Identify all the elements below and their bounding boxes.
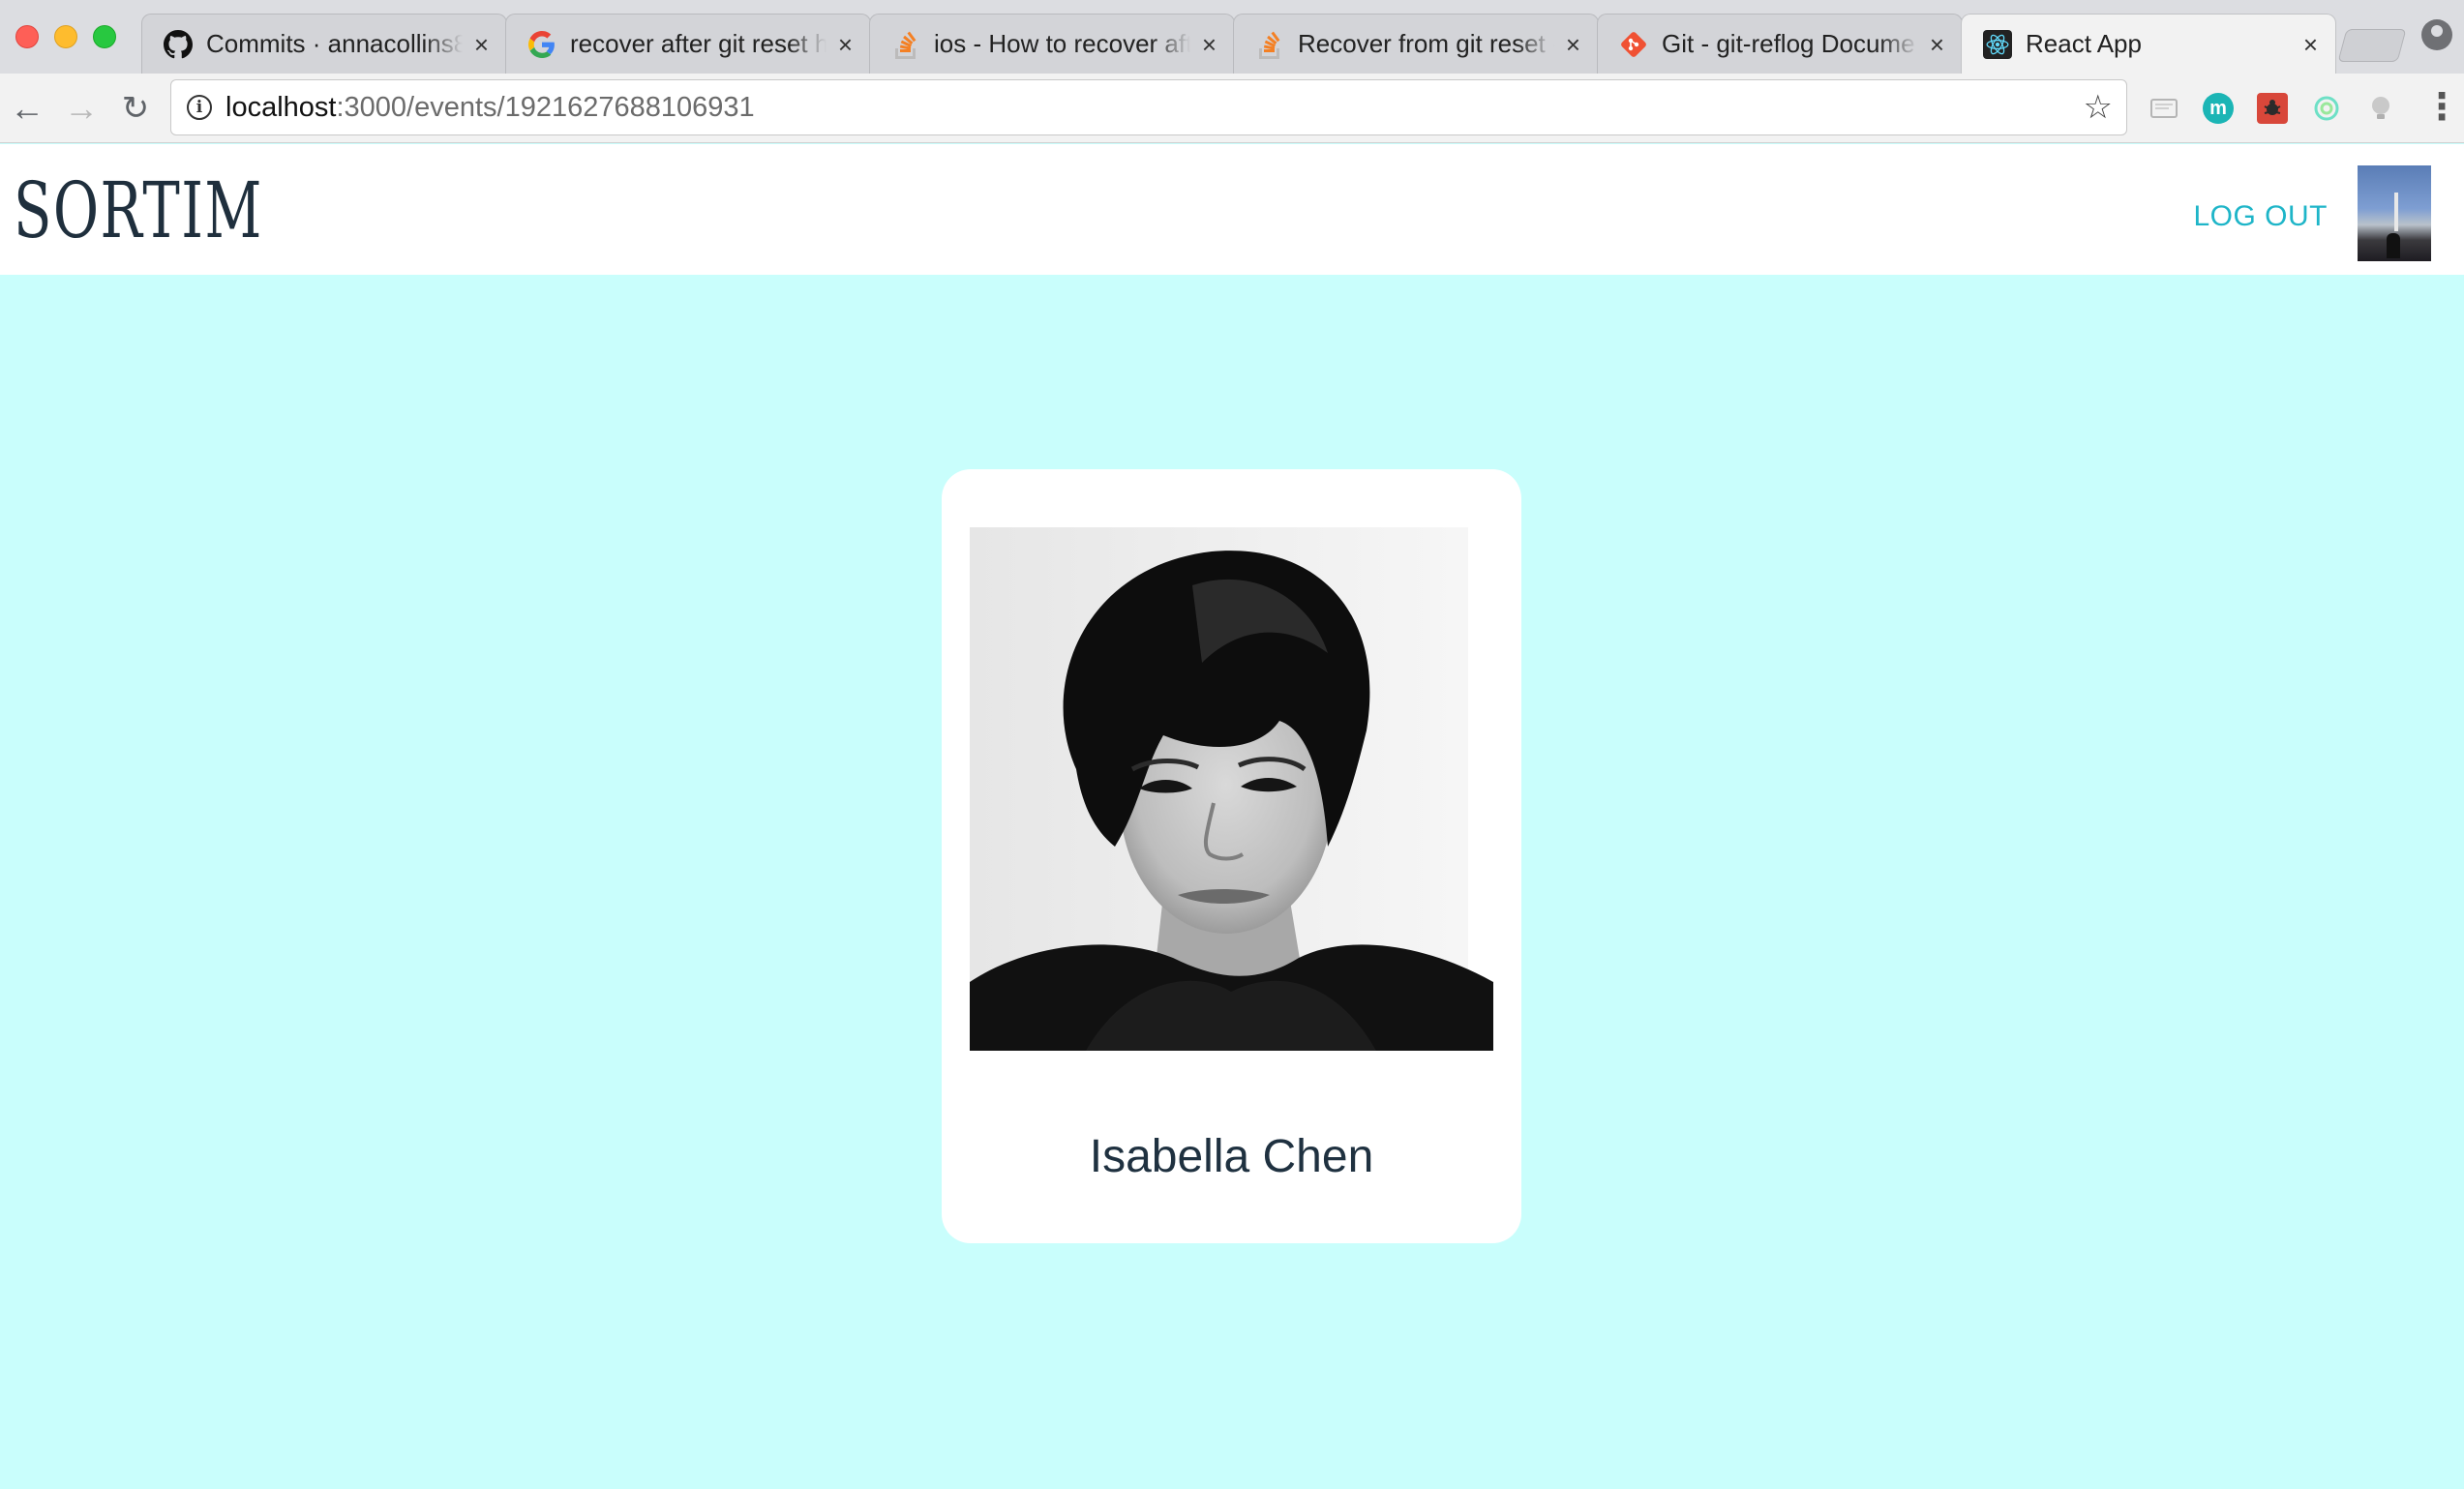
tab-title: Git - git-reflog Docume (1662, 29, 1915, 58)
window-zoom-button[interactable] (93, 25, 116, 48)
window-minimize-button[interactable] (54, 25, 77, 48)
cast-icon[interactable] (2148, 93, 2179, 124)
tab-google-search[interactable]: recover after git reset h × (505, 14, 871, 74)
bookmark-star-icon[interactable]: ☆ (2084, 88, 2113, 127)
user-avatar[interactable] (2358, 165, 2431, 261)
react-icon (1983, 29, 2012, 59)
main-content: Isabella Chen (0, 275, 2464, 1489)
git-icon (1619, 30, 1648, 59)
url-path: :3000/events/1921627688106931 (336, 91, 755, 123)
extension-m-icon[interactable]: m (2203, 93, 2234, 124)
browser-tabstrip: Commits · annacollins8 × recover after g… (0, 0, 2464, 74)
tab-git-reflog[interactable]: Git - git-reflog Docume × (1597, 14, 1963, 74)
forward-arrow-icon[interactable]: → (60, 87, 103, 130)
tab-close-icon[interactable]: × (1930, 32, 1944, 57)
github-icon (164, 29, 193, 59)
logout-button[interactable]: LOG OUT (2193, 200, 2328, 233)
stackoverflow-icon (1255, 30, 1284, 59)
person-photo (970, 527, 1493, 1051)
app-logo[interactable]: SORTIM (14, 165, 263, 255)
new-tab-button[interactable] (2337, 29, 2407, 62)
extension-bulb-icon[interactable] (2365, 93, 2396, 124)
tab-close-icon[interactable]: × (1566, 32, 1580, 57)
reload-icon[interactable]: ↻ (114, 87, 157, 130)
browser-menu-icon[interactable]: ⋮ (2423, 85, 2460, 129)
extension-bug-icon[interactable] (2257, 93, 2288, 124)
tab-title: React App (2026, 29, 2142, 58)
portrait-image (970, 527, 1493, 1051)
tab-github-commits[interactable]: Commits · annacollins8 × (141, 14, 507, 74)
address-bar[interactable]: i localhost:3000/events/1921627688106931… (170, 79, 2127, 135)
tab-title: ios - How to recover aft (934, 29, 1190, 58)
window-close-button[interactable] (15, 25, 39, 48)
tab-react-app[interactable]: React App × (1961, 14, 2336, 74)
tab-close-icon[interactable]: × (1202, 32, 1217, 57)
tab-close-icon[interactable]: × (2303, 32, 2318, 57)
app-header: SORTIM LOG OUT (0, 144, 2464, 275)
site-info-icon[interactable]: i (187, 95, 212, 120)
person-card[interactable]: Isabella Chen (942, 469, 1521, 1243)
back-arrow-icon[interactable]: ← (6, 87, 48, 130)
tab-title: Recover from git reset - (1298, 29, 1554, 58)
tab-stackoverflow-ios[interactable]: ios - How to recover aft × (869, 14, 1235, 74)
extension-ring-icon[interactable] (2311, 93, 2342, 124)
google-icon (527, 30, 556, 59)
browser-profile-icon[interactable] (2421, 19, 2452, 50)
person-name: Isabella Chen (1089, 1131, 1374, 1182)
tab-close-icon[interactable]: × (474, 32, 489, 57)
browser-toolbar: ← → ↻ i localhost:3000/events/1921627688… (0, 74, 2464, 143)
url-host: localhost (225, 91, 337, 123)
stackoverflow-icon (891, 30, 920, 59)
tab-title: Commits · annacollins8 (206, 29, 463, 58)
tab-stackoverflow-recover[interactable]: Recover from git reset - × (1233, 14, 1599, 74)
tab-title: recover after git reset h (570, 29, 826, 58)
tab-close-icon[interactable]: × (838, 32, 853, 57)
